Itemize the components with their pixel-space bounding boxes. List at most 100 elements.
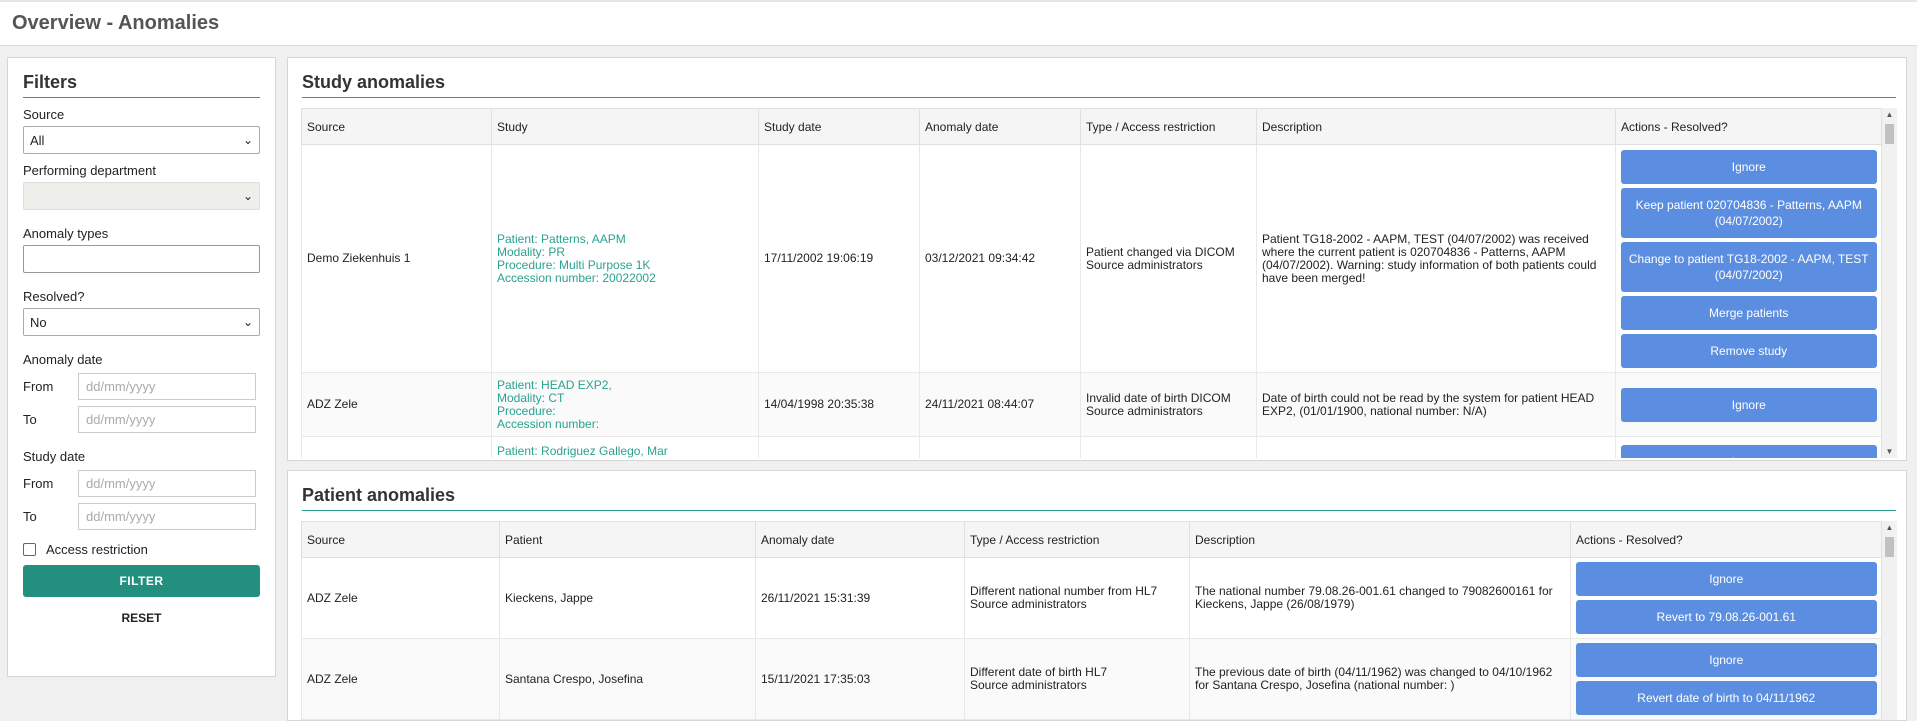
study-date-from-row: From dd/mm/yyyy bbox=[23, 470, 260, 497]
study-anomalies-table: Source Study Study date Anomaly date Typ… bbox=[301, 108, 1882, 458]
department-label: Performing department bbox=[23, 163, 156, 178]
study-cell[interactable]: Patient: HEAD EXP2, Modality: CT Procedu… bbox=[491, 372, 759, 437]
merge-patients-button[interactable]: Merge patients bbox=[1621, 295, 1877, 330]
description-cell: Date of birth could not be read by the s… bbox=[1256, 372, 1616, 437]
actions-cell: Ignore Keep patient 020704836 - Patterns… bbox=[1615, 144, 1882, 373]
resolved-label: Resolved? bbox=[23, 289, 85, 304]
access-restriction: Source administrators bbox=[1086, 403, 1203, 418]
description-cell: Patient TG18-2002 - AAPM, TEST (04/07/20… bbox=[1256, 144, 1616, 373]
access-restriction-row: Access restriction bbox=[23, 542, 260, 557]
access-restriction-checkbox[interactable] bbox=[23, 543, 36, 556]
remove-study-button[interactable]: Remove study bbox=[1621, 333, 1877, 368]
patient-anomalies-title: Patient anomalies bbox=[302, 485, 1896, 511]
column-header[interactable]: Type / Access restriction bbox=[964, 521, 1190, 558]
anomaly-date-cell bbox=[919, 436, 1081, 458]
study-date-cell: 14/04/1998 20:35:38 bbox=[758, 372, 920, 437]
scroll-thumb[interactable] bbox=[1885, 537, 1894, 557]
revert-date-of-birth-button[interactable]: Revert date of birth to 04/11/1962 bbox=[1576, 681, 1877, 715]
ignore-button[interactable]: Ignore bbox=[1621, 445, 1877, 458]
study-modality: Modality: PR bbox=[497, 244, 566, 259]
patient-table-scrollbar[interactable]: ▲ bbox=[1881, 521, 1897, 720]
description-cell bbox=[1256, 436, 1616, 458]
study-cell[interactable]: Patient: Patterns, AAPM Modality: PR Pro… bbox=[491, 144, 759, 373]
source-select-value: All bbox=[30, 132, 45, 148]
study-date-to-row: To dd/mm/yyyy bbox=[23, 503, 260, 530]
table-row: ADZ Zele Santana Crespo, Josefina 15/11/… bbox=[301, 638, 1882, 720]
anomaly-date-cell: 03/12/2021 09:34:42 bbox=[919, 144, 1081, 373]
table-header-row: Source Patient Anomaly date Type / Acces… bbox=[301, 521, 1882, 558]
study-cell[interactable]: Patient: Rodriguez Gallego, Mar bbox=[491, 436, 759, 458]
study-patient[interactable]: Patient: Patterns, AAPM bbox=[497, 232, 753, 246]
ignore-button[interactable]: Ignore bbox=[1621, 387, 1877, 422]
patient-anomalies-table-wrap: Source Patient Anomaly date Type / Acces… bbox=[301, 521, 1897, 720]
actions-cell: Ignore Revert to 79.08.26-001.61 bbox=[1570, 557, 1882, 639]
source-cell bbox=[301, 436, 492, 458]
anomaly-types-label: Anomaly types bbox=[23, 226, 109, 241]
table-header-row: Source Study Study date Anomaly date Typ… bbox=[301, 108, 1882, 145]
anomaly-date-cell: 24/11/2021 08:44:07 bbox=[919, 372, 1081, 437]
column-header[interactable]: Study bbox=[491, 108, 759, 145]
type-cell: Different national number from HL7 Sourc… bbox=[964, 557, 1190, 639]
to-label: To bbox=[23, 412, 37, 427]
access-restriction-label: Access restriction bbox=[46, 542, 148, 557]
study-date-to-input[interactable]: dd/mm/yyyy bbox=[78, 503, 256, 530]
ignore-button[interactable]: Ignore bbox=[1576, 643, 1877, 677]
type-cell: Invalid date of birth DICOM Source admin… bbox=[1080, 372, 1257, 437]
table-row: ADZ Zele Kieckens, Jappe 26/11/2021 15:3… bbox=[301, 557, 1882, 639]
table-row: Patient: Rodriguez Gallego, Mar Ignore bbox=[301, 436, 1882, 458]
department-select[interactable]: ⌄ bbox=[23, 182, 260, 210]
anomaly-date-to-row: To dd/mm/yyyy bbox=[23, 406, 260, 433]
study-date-cell bbox=[758, 436, 920, 458]
anomaly-types-input[interactable] bbox=[23, 245, 260, 273]
scroll-down-icon[interactable]: ▼ bbox=[1882, 447, 1897, 456]
column-header[interactable]: Patient bbox=[499, 521, 756, 558]
chevron-down-icon: ⌄ bbox=[242, 189, 253, 203]
scroll-up-icon[interactable]: ▲ bbox=[1882, 110, 1897, 119]
column-header[interactable]: Anomaly date bbox=[919, 108, 1081, 145]
scroll-up-icon[interactable]: ▲ bbox=[1882, 523, 1897, 532]
patient-anomalies-table: Source Patient Anomaly date Type / Acces… bbox=[301, 521, 1882, 720]
filter-button[interactable]: FILTER bbox=[23, 565, 260, 597]
resolved-select[interactable]: No ⌄ bbox=[23, 308, 260, 336]
chevron-down-icon: ⌄ bbox=[242, 133, 253, 147]
anomaly-date-to-input[interactable]: dd/mm/yyyy bbox=[78, 406, 256, 433]
ignore-button[interactable]: Ignore bbox=[1576, 562, 1877, 596]
study-patient[interactable]: Patient: HEAD EXP2, bbox=[497, 378, 753, 392]
access-restriction: Source administrators bbox=[1086, 257, 1203, 272]
description-cell: The previous date of birth (04/11/1962) … bbox=[1189, 638, 1571, 720]
keep-patient-button[interactable]: Keep patient 020704836 - Patterns, AAPM … bbox=[1621, 187, 1877, 238]
column-header[interactable]: Type / Access restriction bbox=[1080, 108, 1257, 145]
column-header[interactable]: Description bbox=[1256, 108, 1616, 145]
study-anomalies-title: Study anomalies bbox=[302, 72, 1896, 98]
anomaly-date-cell: 15/11/2021 17:35:03 bbox=[755, 638, 965, 720]
column-header[interactable]: Source bbox=[301, 108, 492, 145]
study-patient[interactable]: Patient: Rodriguez Gallego, Mar bbox=[497, 445, 753, 458]
anomaly-date-from-input[interactable]: dd/mm/yyyy bbox=[78, 373, 256, 400]
type-cell: Patient changed via DICOM Source adminis… bbox=[1080, 144, 1257, 373]
column-header[interactable]: Source bbox=[301, 521, 500, 558]
access-restriction: Source administrators bbox=[970, 678, 1087, 692]
patient-cell: Kieckens, Jappe bbox=[499, 557, 756, 639]
actions-cell: Ignore Revert date of birth to 04/11/196… bbox=[1570, 638, 1882, 720]
study-date-from-input[interactable]: dd/mm/yyyy bbox=[78, 470, 256, 497]
column-header[interactable]: Actions - Resolved? bbox=[1615, 108, 1882, 145]
actions-cell: Ignore bbox=[1615, 436, 1882, 458]
column-header[interactable]: Study date bbox=[758, 108, 920, 145]
anomaly-type: Patient changed via DICOM bbox=[1086, 244, 1235, 259]
ignore-button[interactable]: Ignore bbox=[1621, 149, 1877, 184]
study-table-scrollbar[interactable]: ▲ ▼ bbox=[1881, 108, 1897, 458]
revert-national-number-button[interactable]: Revert to 79.08.26-001.61 bbox=[1576, 600, 1877, 634]
source-cell: ADZ Zele bbox=[301, 638, 500, 720]
column-header[interactable]: Anomaly date bbox=[755, 521, 965, 558]
type-cell bbox=[1080, 436, 1257, 458]
type-cell: Different date of birth HL7 Source admin… bbox=[964, 638, 1190, 720]
scroll-thumb[interactable] bbox=[1885, 124, 1894, 144]
column-header[interactable]: Actions - Resolved? bbox=[1570, 521, 1882, 558]
filters-panel: Filters Source All ⌄ Performing departme… bbox=[7, 57, 276, 677]
column-header[interactable]: Description bbox=[1189, 521, 1571, 558]
page-title: Overview - Anomalies bbox=[12, 12, 220, 34]
filters-title: Filters bbox=[23, 72, 260, 98]
change-patient-button[interactable]: Change to patient TG18-2002 - AAPM, TEST… bbox=[1621, 241, 1877, 292]
reset-button[interactable]: RESET bbox=[23, 611, 260, 625]
source-select[interactable]: All ⌄ bbox=[23, 126, 260, 154]
